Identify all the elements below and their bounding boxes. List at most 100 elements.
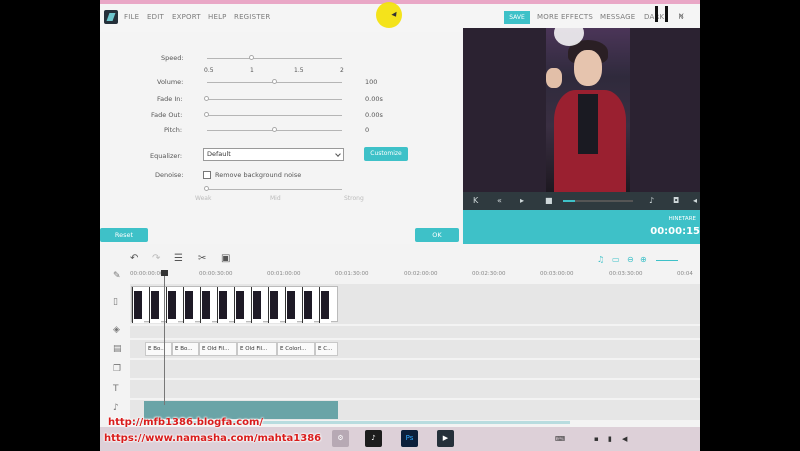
microphone-icon[interactable]: ♪: [649, 196, 654, 205]
redo-icon[interactable]: ↷: [152, 253, 160, 264]
play-icon[interactable]: ▸: [520, 196, 524, 205]
ruler-label: 00:03:00:00: [540, 271, 574, 277]
speed-slider-handle[interactable]: [249, 55, 254, 60]
fit-icon[interactable]: ▭: [612, 255, 620, 264]
menu-help[interactable]: HELP: [208, 13, 227, 21]
speed-tick-3: 2: [340, 67, 344, 74]
denoise-weak: Weak: [195, 195, 212, 202]
speed-label: Speed:: [161, 54, 184, 62]
element-track-icon: ❐: [113, 364, 122, 374]
fade-in-slider-handle[interactable]: [204, 96, 209, 101]
timeline-ruler[interactable]: 00:00:00:00 00:00:30:00 00:01:00:00 00:0…: [130, 268, 700, 282]
equalizer-label: Equalizer:: [150, 152, 183, 160]
effect-clip[interactable]: E Bo...: [172, 342, 199, 356]
audio-settings-panel: Speed: 0.5 1 1.5 2 Volume: 100 Fade In: …: [100, 32, 462, 244]
delete-icon[interactable]: ▣: [221, 253, 230, 264]
ruler-label: 00:00:00:00: [130, 271, 164, 277]
zoom-in-icon[interactable]: ⊕: [640, 255, 647, 264]
effect-clip[interactable]: E Colorl...: [277, 342, 315, 356]
volume-tray-icon[interactable]: ◀: [622, 435, 627, 443]
effect-clip[interactable]: E Bo...: [145, 342, 172, 356]
playback-controls: K « ▸ ■ ♪ ◘ ◂: [463, 192, 700, 210]
ruler-label: 00:02:30:00: [472, 271, 506, 277]
clip-thumbnail: [200, 287, 212, 323]
pitch-value: 0: [365, 126, 370, 134]
overlay-track[interactable]: [130, 326, 700, 338]
clip-thumbnail: [268, 287, 280, 323]
fade-in-slider[interactable]: [207, 99, 342, 100]
playhead-handle[interactable]: [161, 270, 168, 276]
menu-register[interactable]: REGISTER: [234, 13, 270, 21]
keyboard-icon[interactable]: ⌨: [555, 435, 565, 443]
video-frame: [546, 28, 630, 192]
tray-icon[interactable]: ▪: [594, 435, 599, 443]
taskbar-app-icon[interactable]: ⚙: [332, 430, 349, 447]
clip-thumbnail: [183, 287, 195, 323]
photoshop-icon[interactable]: Ps: [401, 430, 418, 447]
clip-thumbnail: [217, 287, 229, 323]
message-button[interactable]: MESSAGE: [600, 13, 635, 21]
element-track[interactable]: [130, 360, 700, 378]
menu-export[interactable]: EXPORT: [172, 13, 201, 21]
network-icon[interactable]: ▮: [608, 435, 612, 443]
denoise-slider-handle[interactable]: [204, 186, 209, 191]
video-clip[interactable]: [131, 286, 338, 323]
watermark-blog-url: http://mfb1386.blogfa.com/: [108, 417, 264, 428]
app-logo-icon: [104, 10, 118, 24]
undo-icon[interactable]: ↶: [130, 253, 138, 264]
timecode-panel: HINETARE 00:00:15: [463, 210, 700, 244]
top-strip: [100, 0, 700, 4]
volume-icon[interactable]: ◂: [693, 196, 697, 205]
pitch-slider-handle[interactable]: [272, 127, 277, 132]
cut-icon[interactable]: ✂: [198, 253, 206, 264]
equalizer-select[interactable]: Default: [203, 148, 344, 161]
denoise-label: Denoise:: [155, 171, 184, 179]
fade-out-slider-handle[interactable]: [204, 112, 209, 117]
watermark-namasha-url: https://www.namasha.com/mahta1386: [104, 433, 322, 444]
volume-slider-handle[interactable]: [272, 79, 277, 84]
pitch-label: Pitch:: [164, 126, 183, 134]
close-icon[interactable]: ×: [678, 11, 685, 20]
zoom-slider[interactable]: [656, 260, 678, 261]
skip-back-icon[interactable]: K: [473, 196, 478, 205]
effect-clip[interactable]: E C...: [315, 342, 338, 356]
ruler-label: 00:03:30:00: [609, 271, 643, 277]
tiktok-icon[interactable]: ♪: [365, 430, 382, 447]
save-button[interactable]: SAVE: [504, 11, 530, 24]
remove-noise-label: Remove background noise: [215, 171, 302, 179]
speed-slider[interactable]: [207, 58, 342, 59]
reset-button[interactable]: Reset: [100, 228, 148, 242]
ok-button[interactable]: OK: [415, 228, 459, 242]
ruler-label: 00:01:00:00: [267, 271, 301, 277]
snap-icon[interactable]: ✎: [113, 271, 121, 281]
customize-button[interactable]: Customize: [364, 147, 408, 161]
filmora-icon[interactable]: ▶: [437, 430, 454, 447]
effect-clip[interactable]: E Old Fil...: [199, 342, 237, 356]
remove-noise-checkbox[interactable]: [203, 171, 211, 179]
menu-edit[interactable]: EDIT: [147, 13, 164, 21]
clip-thumbnail: [319, 287, 331, 323]
clip-thumbnail: [251, 287, 263, 323]
effect-clip[interactable]: E Old Fil...: [237, 342, 277, 356]
more-effects-button[interactable]: MORE EFFECTS: [537, 13, 593, 21]
voiceover-icon[interactable]: ♫: [597, 255, 604, 264]
volume-value: 100: [365, 78, 378, 86]
ruler-label: 00:00:30:00: [199, 271, 233, 277]
adjust-icon[interactable]: ☰: [174, 253, 183, 264]
zoom-out-icon[interactable]: ⊖: [627, 255, 634, 264]
overlay-track-icon: ◈: [113, 325, 120, 335]
snapshot-icon[interactable]: ◘: [673, 196, 679, 205]
rewind-icon[interactable]: «: [497, 196, 502, 205]
playhead[interactable]: [164, 270, 165, 405]
clip-thumbnail: [285, 287, 297, 323]
denoise-strong: Strong: [344, 195, 364, 202]
fade-out-slider[interactable]: [207, 115, 342, 116]
playback-progress-fill: [563, 200, 575, 202]
menu-file[interactable]: FILE: [124, 13, 139, 21]
text-track[interactable]: [130, 380, 700, 398]
clip-thumbnail: [302, 287, 314, 323]
stop-icon[interactable]: ■: [545, 196, 553, 205]
volume-label: Volume:: [157, 78, 184, 86]
ruler-label: 00:01:30:00: [335, 271, 369, 277]
denoise-slider[interactable]: [207, 189, 342, 190]
